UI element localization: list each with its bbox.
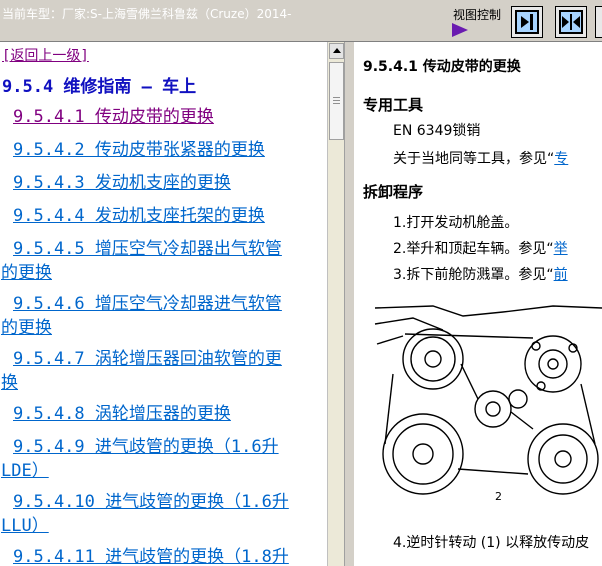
drive-belt-diagram: 2: [373, 304, 602, 504]
view-control-label: 视图控制: [453, 8, 502, 22]
split-view-button[interactable]: [555, 6, 587, 38]
step-3: 3.拆下前舱防溅罩。参见“前: [393, 267, 568, 283]
removal-procedure-heading: 拆卸程序: [363, 183, 424, 201]
figure-callout: 2: [495, 490, 502, 503]
split-arrows-icon: [562, 14, 580, 30]
toc-link-9-5-4-5[interactable]: 9.5.4.5 增压空气冷却器出气软管 的更换: [1, 237, 282, 285]
toc-link-9-5-4-9[interactable]: 9.5.4.9 进气歧管的更换（1.6升 LDE）: [1, 435, 279, 483]
toc-scrollbar[interactable]: [327, 42, 344, 566]
equiv-tools-link[interactable]: 专: [554, 151, 568, 167]
step-3-link[interactable]: 前: [554, 267, 568, 283]
toc-link-9-5-4-2[interactable]: 9.5.4.2 传动皮带张紧器的更换: [1, 138, 265, 162]
toc-link-9-5-4-3[interactable]: 9.5.4.3 发动机支座的更换: [1, 171, 231, 195]
collapse-left-pane-button[interactable]: [511, 6, 543, 38]
toc-link-9-5-4-8[interactable]: 9.5.4.8 涡轮增压器的更换: [1, 402, 231, 426]
toc-pane: [返回上一级] 9.5.4 维修指南 – 车上 9.5.4.1 传动皮带的更换 …: [0, 42, 327, 566]
vehicle-model-label: 当前车型：厂家:S-上海雪佛兰科鲁兹（Cruze）2014-: [2, 7, 292, 21]
content-heading: 9.5.4.1 传动皮带的更换: [363, 59, 521, 75]
expand-right-pane-button[interactable]: [595, 6, 602, 38]
step-2-link[interactable]: 举: [554, 241, 568, 257]
special-tools-heading: 专用工具: [363, 96, 424, 114]
toc-link-9-5-4-11[interactable]: 9.5.4.11 进气歧管的更换（1.8升: [1, 545, 289, 566]
view-control-arrow-icon[interactable]: [452, 23, 468, 37]
scroll-up-arrow-icon[interactable]: [329, 43, 344, 59]
pane-splitter[interactable]: [344, 42, 355, 566]
step-2: 2.举升和顶起车辆。参见“举: [393, 241, 568, 257]
arrow-to-bar-right-icon: [521, 14, 533, 30]
toc-link-9-5-4-6[interactable]: 9.5.4.6 增压空气冷却器进气软管 的更换: [1, 292, 282, 340]
section-title: 9.5.4 维修指南 – 车上: [2, 77, 197, 97]
toc-link-9-5-4-1[interactable]: 9.5.4.1 传动皮带的更换: [1, 105, 214, 129]
toc-link-9-5-4-7[interactable]: 9.5.4.7 涡轮增压器回油软管的更 换: [1, 347, 282, 395]
step-4: 4.逆时针转动 (1) 以释放传动皮: [393, 535, 590, 551]
content-pane: 9.5.4.1 传动皮带的更换 专用工具 EN 6349锁销 关于当地同等工具，…: [355, 42, 602, 566]
step-1: 1.打开发动机舱盖。: [393, 215, 519, 231]
top-toolbar: 当前车型：厂家:S-上海雪佛兰科鲁兹（Cruze）2014- 视图控制: [0, 0, 602, 42]
equiv-tools-text: 关于当地同等工具，参见“专: [393, 151, 569, 167]
toc-link-9-5-4-4[interactable]: 9.5.4.4 发动机支座托架的更换: [1, 204, 265, 228]
toc-link-9-5-4-10[interactable]: 9.5.4.10 进气歧管的更换（1.6升 LLU）: [1, 490, 289, 538]
tool-line: EN 6349锁销: [393, 123, 481, 139]
back-link[interactable]: [返回上一级]: [2, 45, 89, 65]
scrollbar-thumb[interactable]: [329, 62, 344, 140]
